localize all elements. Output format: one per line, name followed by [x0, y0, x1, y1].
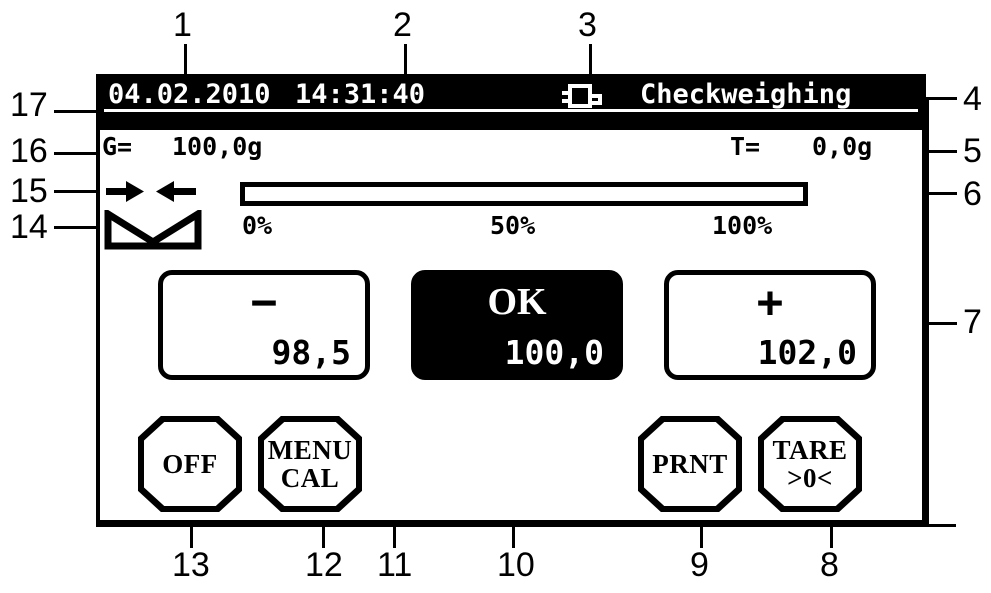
menu-cal-key-face: MENU CAL: [264, 422, 356, 506]
tare-key-label: TARE: [772, 435, 848, 465]
callout-14: 14: [10, 208, 48, 246]
over-tolerance-button[interactable]: + 102,0: [664, 270, 876, 380]
gross-label: G=: [102, 132, 133, 161]
in-tolerance-value: 100,0: [504, 333, 604, 372]
callout-15: 15: [10, 172, 48, 210]
tare-zero-key-face: TARE >0<: [764, 422, 856, 506]
tare-value: 0,0g: [812, 132, 873, 161]
menu-key-label: MENU: [267, 435, 353, 465]
cal-key-label: CAL: [280, 463, 340, 493]
menu-cal-key[interactable]: MENU CAL: [258, 416, 362, 512]
print-key-face: PRNT: [644, 422, 736, 506]
status-mode: Checkweighing: [640, 79, 852, 110]
under-tolerance-button[interactable]: − 98,5: [158, 270, 370, 380]
callout-6: 6: [963, 175, 982, 213]
in-tolerance-button[interactable]: OK 100,0: [411, 270, 623, 380]
scale-display: 04.02.2010 14:31:40 Checkweighing G= 100…: [96, 74, 926, 524]
status-bar: 04.02.2010 14:31:40 Checkweighing: [100, 78, 922, 130]
leader-line-9: [700, 524, 703, 548]
callout-16: 16: [10, 132, 48, 170]
callout-11: 11: [377, 546, 413, 584]
status-time: 14:31:40: [295, 79, 426, 110]
off-key[interactable]: OFF: [138, 416, 242, 512]
arrows-inward-icon: [106, 181, 196, 202]
callout-3: 3: [578, 6, 597, 44]
print-key-label: PRNT: [652, 449, 728, 479]
leader-line-16: [54, 152, 100, 155]
callout-10: 10: [497, 546, 535, 584]
callout-17: 17: [10, 86, 48, 124]
leader-line-12: [322, 524, 325, 548]
status-date: 04.02.2010: [108, 79, 271, 110]
ok-label: OK: [487, 281, 547, 323]
off-key-label: OFF: [162, 449, 218, 479]
plus-icon: +: [756, 277, 784, 328]
callout-1: 1: [173, 6, 192, 44]
weight-readout-row: G= 100,0g T= 0,0g: [100, 132, 922, 166]
print-key[interactable]: PRNT: [638, 416, 742, 512]
callout-4: 4: [963, 80, 982, 118]
leader-line-1: [184, 44, 187, 76]
scale-label-100: 100%: [712, 211, 773, 240]
callout-2: 2: [393, 6, 412, 44]
scale-label-50: 50%: [490, 211, 536, 240]
status-underline: [104, 109, 918, 112]
leader-line-13: [190, 524, 193, 548]
tare-zero-key[interactable]: TARE >0<: [758, 416, 862, 512]
leader-line-3: [589, 44, 592, 76]
plug-icon: [562, 84, 602, 108]
minus-icon: −: [250, 277, 278, 328]
gross-value: 100,0g: [172, 132, 263, 161]
tare-label: T=: [730, 132, 761, 161]
callout-12: 12: [305, 546, 343, 584]
callout-7: 7: [963, 303, 982, 341]
scale-label-0: 0%: [242, 211, 273, 240]
over-tolerance-value: 102,0: [757, 333, 857, 372]
leader-line-2: [404, 44, 407, 76]
callout-13: 13: [172, 546, 210, 584]
callout-5: 5: [963, 132, 982, 170]
off-key-face: OFF: [144, 422, 236, 506]
under-tolerance-value: 98,5: [271, 333, 351, 372]
leader-rail-bottom: [96, 524, 956, 527]
weighing-pan-icon: [104, 210, 202, 250]
bargraph: [240, 182, 808, 206]
leader-line-right-spine: [926, 97, 929, 527]
zero-key-label: >0<: [787, 463, 833, 493]
leader-line-8: [830, 524, 833, 548]
callout-9: 9: [690, 546, 709, 584]
callout-8: 8: [820, 546, 839, 584]
leader-line-17: [54, 110, 100, 113]
